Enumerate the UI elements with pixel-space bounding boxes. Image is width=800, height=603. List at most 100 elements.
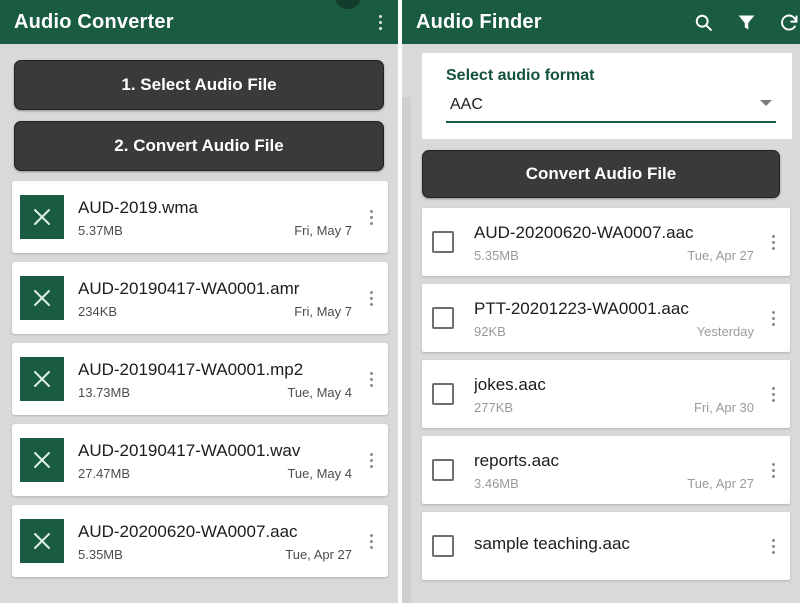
file-name: AUD-20200620-WA0007.aac [78,521,360,543]
list-item[interactable]: jokes.aac 277KB Fri, Apr 30 [422,360,790,428]
row-overflow-menu-icon[interactable] [762,529,784,563]
file-name: AUD-20190417-WA0001.wav [78,440,360,462]
converter-file-list: AUD-2019.wma 5.37MB Fri, May 7 [0,181,398,577]
file-date: Fri, May 7 [294,223,352,238]
overflow-menu-icon[interactable] [372,9,388,35]
dot [370,216,373,219]
row-overflow-menu-icon[interactable] [360,281,382,315]
dot [772,317,775,320]
file-date: Tue, May 4 [287,466,352,481]
file-size: 13.73MB [78,385,130,400]
file-meta: AUD-20200620-WA0007.aac 5.35MB Tue, Apr … [78,521,360,562]
file-name: AUD-20200620-WA0007.aac [474,222,762,244]
remove-x-icon[interactable] [20,519,64,563]
file-subline: 3.46MB Tue, Apr 27 [474,476,762,491]
list-item[interactable]: AUD-20190417-WA0001.amr 234KB Fri, May 7 [12,262,388,334]
scrollbar-rail[interactable] [402,97,411,603]
file-name: sample teaching.aac [474,533,762,555]
refresh-icon[interactable] [776,9,800,35]
file-checkbox[interactable] [432,535,454,557]
file-meta: PTT-20201223-WA0001.aac 92KB Yesterday [474,298,762,339]
dot [370,303,373,306]
file-name: PTT-20201223-WA0001.aac [474,298,762,320]
dot [772,387,775,390]
dot [772,247,775,250]
dot [772,545,775,548]
file-size: 92KB [474,324,506,339]
dot [772,551,775,554]
row-overflow-menu-icon[interactable] [360,524,382,558]
row-overflow-menu-icon[interactable] [360,362,382,396]
file-size: 5.35MB [78,547,123,562]
convert-audio-file-button[interactable]: 2. Convert Audio File [14,121,384,171]
row-overflow-menu-icon[interactable] [762,301,784,335]
row-overflow-menu-icon[interactable] [360,200,382,234]
page-title: Audio Converter [14,11,174,34]
dot [772,469,775,472]
remove-x-icon[interactable] [20,276,64,320]
file-checkbox[interactable] [432,383,454,405]
file-meta: AUD-2019.wma 5.37MB Fri, May 7 [78,197,360,238]
dot [772,235,775,238]
file-meta: jokes.aac 277KB Fri, Apr 30 [474,374,762,415]
select-audio-file-button[interactable]: 1. Select Audio File [14,60,384,110]
list-item[interactable]: AUD-2019.wma 5.37MB Fri, May 7 [12,181,388,253]
file-checkbox[interactable] [432,307,454,329]
list-item[interactable]: AUD-20190417-WA0001.mp2 13.73MB Tue, May… [12,343,388,415]
dot [772,475,775,478]
file-meta: AUD-20190417-WA0001.wav 27.47MB Tue, May… [78,440,360,481]
list-item[interactable]: PTT-20201223-WA0001.aac 92KB Yesterday [422,284,790,352]
dot [379,15,382,18]
remove-x-icon[interactable] [20,357,64,401]
remove-x-icon[interactable] [20,438,64,482]
list-item[interactable]: reports.aac 3.46MB Tue, Apr 27 [422,436,790,504]
file-subline: 234KB Fri, May 7 [78,304,360,319]
file-meta: AUD-20200620-WA0007.aac 5.35MB Tue, Apr … [474,222,762,263]
file-size: 5.35MB [474,248,519,263]
list-item[interactable]: AUD-20190417-WA0001.wav 27.47MB Tue, May… [12,424,388,496]
file-size: 27.47MB [78,466,130,481]
row-overflow-menu-icon[interactable] [762,453,784,487]
file-name: jokes.aac [474,374,762,396]
file-subline: 277KB Fri, Apr 30 [474,400,762,415]
chevron-down-icon [760,100,772,106]
file-name: AUD-20190417-WA0001.mp2 [78,359,360,381]
audio-format-dropdown[interactable]: AAC [446,94,776,123]
row-overflow-menu-icon[interactable] [762,225,784,259]
dot [370,378,373,381]
file-size: 234KB [78,304,117,319]
file-checkbox[interactable] [432,231,454,253]
list-item[interactable]: AUD-20200620-WA0007.aac 5.35MB Tue, Apr … [12,505,388,577]
file-subline: 92KB Yesterday [474,324,762,339]
file-date: Yesterday [697,324,754,339]
list-item[interactable]: sample teaching.aac [422,512,790,580]
selected-format-value: AAC [450,96,483,114]
file-subline: 27.47MB Tue, May 4 [78,466,360,481]
convert-button-wrapper: Convert Audio File [422,150,780,198]
filter-funnel-icon[interactable] [733,9,759,35]
dot [772,323,775,326]
dot [370,372,373,375]
dual-screenshot-container: Audio Converter 1. Select Audio File 2. … [0,0,800,603]
remove-x-icon[interactable] [20,195,64,239]
row-overflow-menu-icon[interactable] [762,377,784,411]
file-date: Tue, May 4 [287,385,352,400]
left-body: 1. Select Audio File 2. Convert Audio Fi… [0,44,398,603]
file-date: Fri, May 7 [294,304,352,319]
page-title: Audio Finder [416,11,542,34]
file-meta: reports.aac 3.46MB Tue, Apr 27 [474,450,762,491]
audio-converter-screen: Audio Converter 1. Select Audio File 2. … [0,0,398,603]
convert-audio-file-button[interactable]: Convert Audio File [422,150,780,198]
search-icon[interactable] [690,9,716,35]
file-checkbox[interactable] [432,459,454,481]
dot [370,465,373,468]
dot [370,453,373,456]
dot [370,546,373,549]
dot [379,27,382,30]
format-selector-card: Select audio format AAC [422,53,792,139]
file-subline: 5.35MB Tue, Apr 27 [78,547,360,562]
list-item[interactable]: AUD-20200620-WA0007.aac 5.35MB Tue, Apr … [422,208,790,276]
dot [772,311,775,314]
file-subline: 5.37MB Fri, May 7 [78,223,360,238]
row-overflow-menu-icon[interactable] [360,443,382,477]
